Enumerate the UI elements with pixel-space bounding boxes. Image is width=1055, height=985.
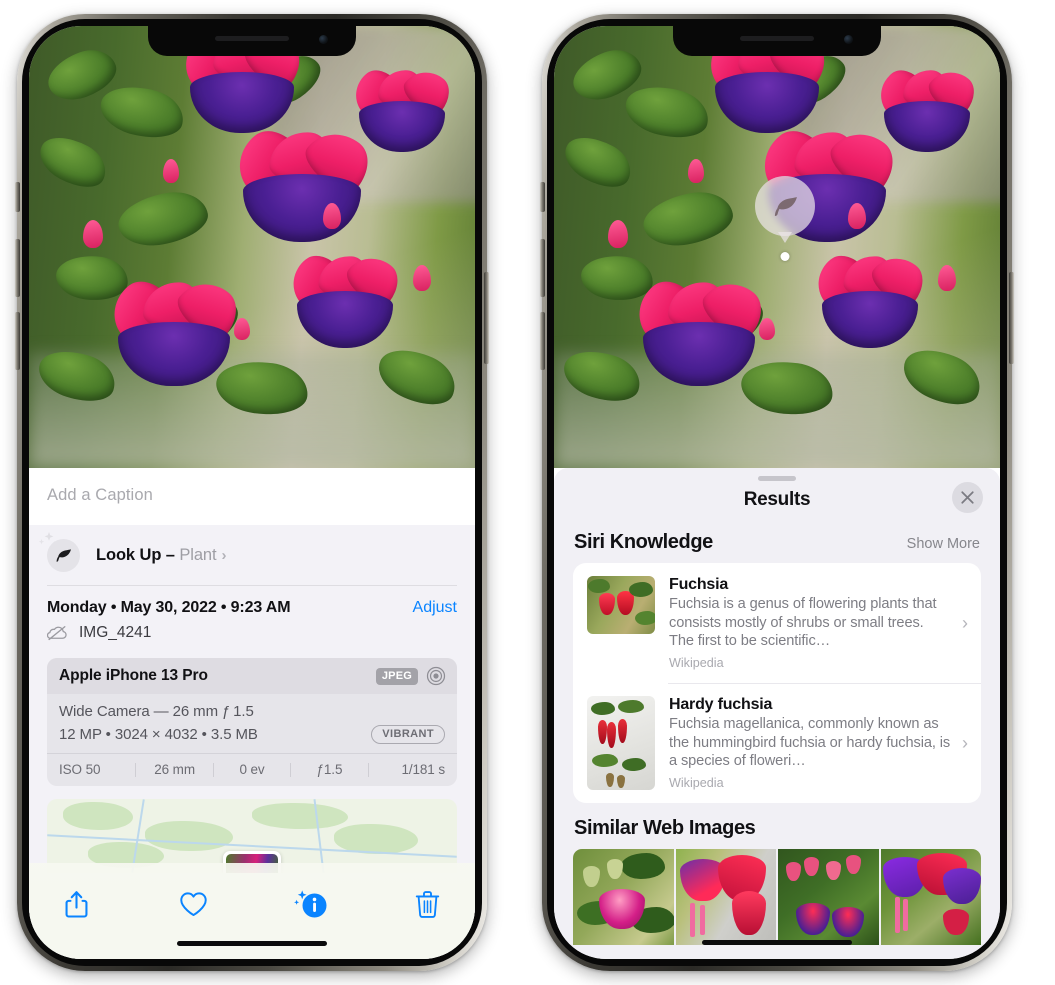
exif-shutter: 1/181 s [401,762,446,777]
exif-iso: ISO 50 [59,762,101,777]
info-button[interactable] [288,883,334,925]
home-indicator[interactable] [177,941,327,946]
close-button[interactable] [952,482,983,513]
sparkle-icon [38,532,57,545]
result-description: Fuchsia is a genus of flowering plants t… [669,596,937,650]
iphone-left: Add a Caption Look Up – Plant › Monday •… [15,14,489,971]
heart-icon [180,891,207,916]
chevron-right-icon: › [221,547,227,564]
list-item[interactable]: Hardy fuchsia Fuchsia magellanica, commo… [573,683,981,803]
screen-left: Add a Caption Look Up – Plant › Monday •… [29,26,475,959]
info-sparkle-icon [293,889,327,917]
photos-toolbar [29,863,475,959]
list-item[interactable]: Fuchsia Fuchsia is a genus of flowering … [573,563,981,683]
camera-info-card[interactable]: Apple iPhone 13 Pro JPEG Wide Camera — 2… [47,658,457,786]
visual-look-up-badge-tail [778,232,792,243]
camera-model: Apple iPhone 13 Pro [59,667,208,684]
result-thumbnail [587,576,655,634]
exif-row: ISO 50 26 mm 0 ev ƒ1.5 1/181 s [47,754,457,786]
web-image-thumbnail[interactable] [778,849,879,946]
siri-knowledge-list: Fuchsia Fuchsia is a genus of flowering … [573,563,981,804]
filename: IMG_4241 [79,624,152,641]
visual-look-up-badge-dot [780,252,790,261]
photo-metadata: Monday • May 30, 2022 • 9:23 AM Adjust I… [29,586,475,652]
web-image-thumbnail[interactable] [675,849,776,946]
visual-look-up-badge-circle [755,176,815,236]
result-source: Wikipedia [669,656,724,671]
silent-switch[interactable] [540,182,545,212]
photo-style-badge: VIBRANT [371,725,445,744]
result-description: Fuchsia magellanica, commonly known as t… [669,716,951,770]
look-up-row[interactable]: Look Up – Plant › [29,525,475,586]
look-up-subject: Plant [179,546,217,564]
power-button[interactable] [484,272,489,364]
screenshot-stage: Add a Caption Look Up – Plant › Monday •… [0,0,1055,985]
iphone-right: Results Siri Knowledge Show More Fuchsia… [540,14,1014,971]
chevron-right-icon: › [962,732,968,753]
web-image-thumbnail[interactable] [880,849,981,946]
favorite-button[interactable] [170,883,216,925]
look-up-label: Look Up – Plant › [96,546,226,565]
leaf-icon [774,196,797,216]
siri-knowledge-header: Siri Knowledge Show More [554,525,1000,563]
caption-field[interactable]: Add a Caption [29,468,475,525]
show-more-button[interactable]: Show More [907,536,980,552]
photo-info-sheet: Add a Caption Look Up – Plant › Monday •… [29,468,475,959]
screen-right: Results Siri Knowledge Show More Fuchsia… [554,26,1000,959]
photo-viewer[interactable] [29,26,475,468]
share-button[interactable] [53,883,99,925]
similar-web-images-header: Similar Web Images [554,803,1000,849]
web-image-thumbnail[interactable] [573,849,674,946]
adjust-button[interactable]: Adjust [413,599,457,617]
results-sheet: Results Siri Knowledge Show More Fuchsia… [554,468,1000,959]
visual-look-up-badge[interactable] [755,176,815,261]
front-camera-icon [319,35,328,44]
volume-up-button[interactable] [15,239,20,297]
lens-info: Wide Camera — 26 mm ƒ 1.5 [59,703,254,720]
notch [673,26,881,56]
volume-up-button[interactable] [540,239,545,297]
siri-knowledge-title: Siri Knowledge [574,531,713,553]
similar-web-images-title: Similar Web Images [574,817,756,840]
volume-down-button[interactable] [540,312,545,370]
result-title: Fuchsia [669,576,729,593]
resolution-info: 12 MP • 3024 × 4032 • 3.5 MB [59,726,258,743]
trash-icon [416,890,440,918]
leaf-icon [38,532,80,572]
result-thumbnail [587,696,655,791]
results-title: Results [743,489,811,510]
location-map-card[interactable] [47,799,457,873]
exif-exposure: 0 ev [239,762,265,777]
result-title: Hardy fuchsia [669,696,773,714]
earpiece-speaker-icon [740,36,814,41]
earpiece-speaker-icon [215,36,289,41]
capture-date: Monday • May 30, 2022 • 9:23 AM [47,599,291,616]
format-badge: JPEG [375,667,418,685]
share-icon [65,890,87,918]
photo-viewer[interactable] [554,26,1000,468]
notch [148,26,356,56]
delete-button[interactable] [405,883,451,925]
camera-aperture-icon [426,666,446,686]
caption-placeholder: Add a Caption [47,486,153,504]
look-up-prefix: Look Up – [96,546,180,564]
exif-aperture: ƒ1.5 [316,762,343,777]
similar-web-images-row [554,849,1000,946]
home-indicator[interactable] [702,940,852,945]
result-source: Wikipedia [669,776,724,791]
front-camera-icon [844,35,853,44]
chevron-right-icon: › [962,612,968,633]
icloud-slash-icon [47,626,67,641]
silent-switch[interactable] [15,182,20,212]
exif-focal: 26 mm [154,762,195,777]
close-icon [961,491,974,504]
power-button[interactable] [1009,272,1014,364]
volume-down-button[interactable] [15,312,20,370]
